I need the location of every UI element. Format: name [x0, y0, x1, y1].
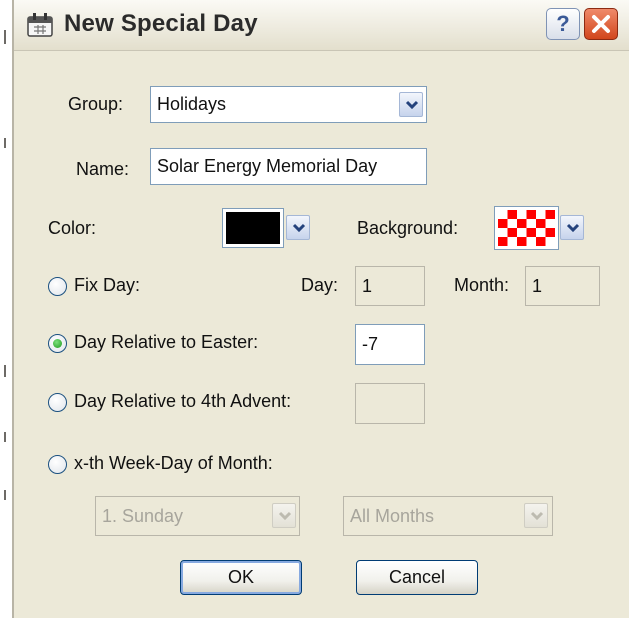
name-label: Name: [76, 159, 130, 179]
background-dropdown-button[interactable] [560, 215, 584, 240]
calendar-icon [27, 13, 53, 37]
chevron-down-icon [530, 511, 544, 521]
group-select[interactable]: Holidays [150, 86, 427, 123]
day-input[interactable]: 1 [355, 266, 425, 306]
chevron-down-icon [566, 223, 580, 233]
months-dropdown-button[interactable] [524, 503, 548, 528]
advent-label: Day Relative to 4th Advent: [74, 391, 292, 411]
month-input[interactable]: 1 [525, 266, 600, 306]
color-label: Color: [48, 218, 97, 238]
name-input[interactable]: Solar Energy Memorial Day [150, 148, 427, 185]
months-select[interactable]: All Months [343, 496, 553, 536]
advent-radio[interactable] [48, 393, 67, 412]
chevron-down-icon [405, 100, 419, 110]
title-bar[interactable]: New Special Day ? [14, 0, 629, 51]
background-mark [4, 30, 6, 44]
new-special-day-dialog: New Special Day ? Group: Holidays Name: … [12, 0, 629, 618]
group-select-value: Holidays [157, 94, 227, 114]
fix-day-radio[interactable] [48, 277, 67, 296]
easter-offset-input[interactable]: -7 [355, 324, 425, 365]
background-mark [4, 432, 6, 442]
fix-day-label: Fix Day: [74, 275, 141, 295]
advent-offset-input[interactable] [355, 383, 425, 424]
name-input-value: Solar Energy Memorial Day [157, 156, 378, 176]
help-icon: ? [556, 11, 570, 36]
weekday-select[interactable]: 1. Sunday [95, 496, 300, 536]
month-label: Month: [454, 275, 510, 295]
background-label: Background: [357, 218, 459, 238]
chevron-down-icon [292, 223, 306, 233]
cancel-button[interactable]: Cancel [356, 560, 478, 595]
background-mark [4, 365, 6, 377]
background-pattern-swatch [498, 210, 555, 246]
easter-radio[interactable] [48, 334, 67, 353]
close-icon [592, 15, 610, 33]
group-dropdown-button[interactable] [399, 92, 423, 117]
group-label: Group: [68, 94, 124, 114]
color-picker[interactable] [222, 208, 284, 248]
close-button[interactable] [584, 8, 618, 40]
color-dropdown-button[interactable] [286, 215, 310, 240]
day-input-value: 1 [362, 276, 373, 296]
weekday-dropdown-button[interactable] [272, 503, 296, 528]
ok-button[interactable]: OK [180, 560, 302, 595]
background-mark [4, 138, 6, 148]
month-input-value: 1 [532, 276, 543, 296]
weekday-select-value: 1. Sunday [102, 506, 184, 526]
weekday-label: x-th Week-Day of Month: [74, 453, 273, 473]
weekday-radio[interactable] [48, 455, 67, 474]
easter-label: Day Relative to Easter: [74, 332, 259, 352]
background-mark [4, 490, 6, 500]
help-button[interactable]: ? [546, 8, 580, 40]
background-window-edge [0, 0, 12, 618]
color-swatch [226, 212, 280, 244]
chevron-down-icon [278, 511, 292, 521]
months-select-value: All Months [350, 506, 435, 526]
dialog-title: New Special Day [64, 10, 258, 37]
background-picker[interactable] [494, 206, 559, 250]
day-label: Day: [301, 275, 339, 295]
easter-offset-value: -7 [362, 334, 379, 354]
